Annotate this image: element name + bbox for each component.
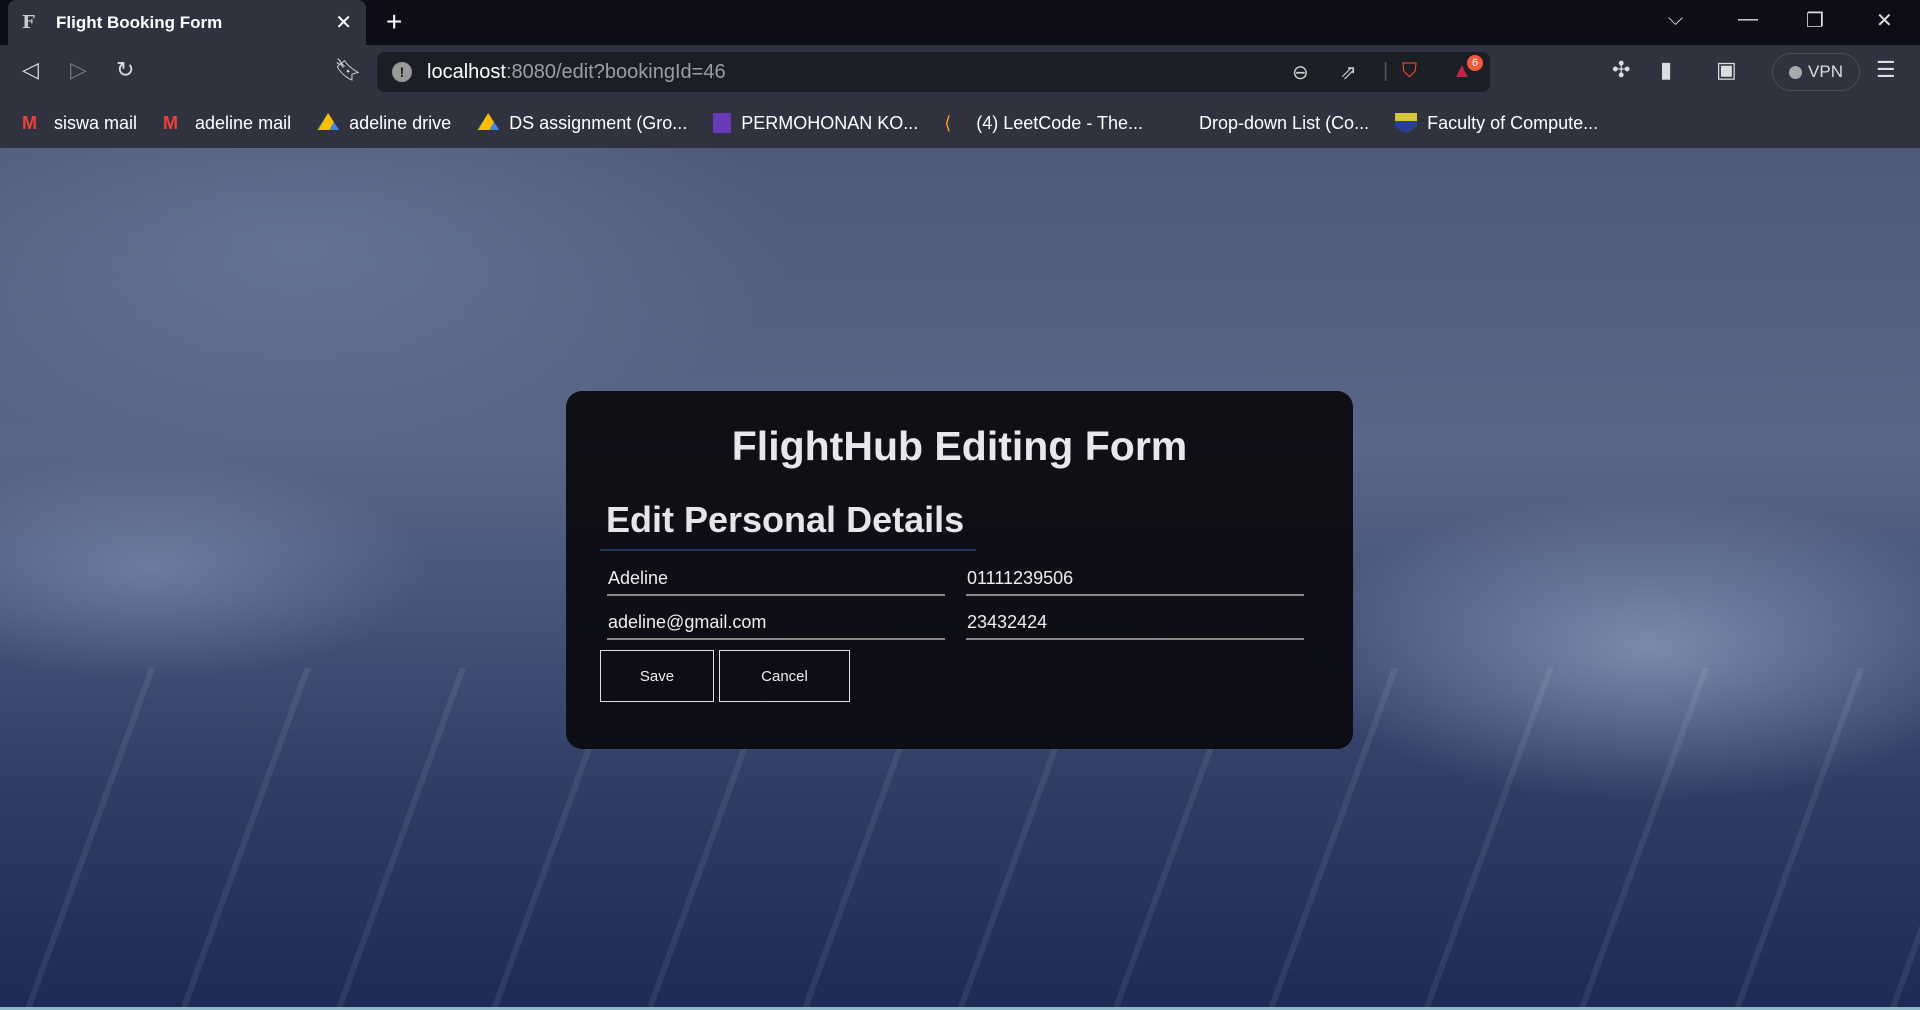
browser-toolbar: ◁ ▷ ↻ 🔖︎ ! localhost:8080/edit?bookingId…: [0, 45, 1920, 98]
back-icon[interactable]: ◁: [22, 57, 39, 83]
extensions-icon[interactable]: ✣: [1612, 57, 1630, 83]
form-title: FlightHub Editing Form: [731, 423, 1188, 469]
tab-flight-booking-form[interactable]: F Flight Booking Form ✕: [8, 0, 366, 45]
bookmark-label: (4) LeetCode - The...: [976, 112, 1144, 133]
email-input[interactable]: [607, 610, 945, 640]
sidebar-icon[interactable]: ▮: [1660, 57, 1672, 83]
url-host: localhost: [427, 60, 506, 83]
bookmark-item[interactable]: PERMOHONAN KO...: [713, 113, 918, 134]
vpn-label: VPN: [1808, 62, 1843, 81]
divider: |: [1383, 60, 1389, 82]
brave-shields-icon[interactable]: ⛉: [1402, 60, 1417, 83]
url-path: :8080/edit?bookingId=46: [505, 60, 726, 83]
leetcode-icon: ⟨: [944, 113, 952, 133]
close-tab-icon[interactable]: ✕: [335, 10, 352, 35]
bookmark-item[interactable]: adeline drive: [317, 113, 451, 134]
reload-icon[interactable]: ↻: [116, 57, 134, 83]
section-underline: [600, 549, 976, 551]
bookmark-label: Drop-down List (Co...: [1199, 112, 1370, 133]
gmail-icon: M: [22, 113, 37, 133]
share-icon[interactable]: ⇗: [1340, 60, 1357, 85]
site-info-icon[interactable]: !: [392, 62, 412, 82]
bookmark-label: PERMOHONAN KO...: [741, 112, 919, 133]
gmail-icon: M: [163, 113, 179, 133]
bookmark-item[interactable]: ⟨ (4) LeetCode - The...: [944, 113, 1143, 134]
wallet-icon[interactable]: ▣: [1716, 57, 1737, 83]
zoom-icon[interactable]: ⊖: [1292, 60, 1309, 85]
faculty-crest-icon: [1395, 113, 1418, 133]
bookmark-item[interactable]: Drop-down List (Co...: [1199, 113, 1369, 134]
site-favicon-icon: F: [22, 11, 35, 33]
bookmark-label: adeline mail: [195, 112, 292, 133]
tab-strip: F Flight Booking Form ✕ + ⌵ — ❐ ✕: [0, 0, 1920, 45]
vpn-button[interactable]: VPN: [1772, 53, 1860, 91]
menu-icon[interactable]: ☰: [1876, 57, 1896, 83]
bookmark-label: adeline drive: [349, 112, 452, 133]
cancel-button[interactable]: Cancel: [719, 650, 850, 702]
address-bar[interactable]: ! localhost:8080/edit?bookingId=46 ⊖ ⇗ |…: [377, 52, 1490, 92]
bookmark-label: Faculty of Compute...: [1427, 112, 1599, 133]
minimize-icon[interactable]: —: [1738, 8, 1758, 31]
name-input[interactable]: [607, 566, 945, 596]
new-tab-icon[interactable]: +: [386, 6, 402, 38]
passport-input[interactable]: [966, 610, 1304, 640]
google-drive-icon: [477, 113, 500, 130]
section-title: Edit Personal Details: [606, 499, 965, 540]
bookmark-item[interactable]: DS assignment (Gro...: [477, 113, 687, 134]
google-drive-icon: [317, 113, 340, 130]
bookmark-icon[interactable]: 🔖︎: [334, 57, 362, 83]
save-button[interactable]: Save: [600, 650, 714, 702]
close-window-icon[interactable]: ✕: [1876, 8, 1893, 33]
tab-search-chevron-icon[interactable]: ⌵: [1668, 8, 1683, 31]
tab-title: Flight Booking Form: [56, 12, 223, 32]
bookmark-item[interactable]: Faculty of Compute...: [1395, 113, 1598, 134]
vpn-status-icon: [1789, 65, 1803, 79]
restore-icon[interactable]: ❐: [1806, 8, 1824, 33]
bookmark-label: siswa mail: [54, 112, 138, 133]
bookmark-item[interactable]: Msiswa mail: [22, 113, 137, 134]
bookmarks-bar: Msiswa mail Madeline mail adeline drive DS …: [0, 98, 1920, 148]
editing-form-panel: FlightHub Editing Form Edit Personal Det…: [566, 391, 1353, 749]
google-forms-icon: [713, 113, 732, 133]
bookmark-item[interactable]: Madeline mail: [163, 113, 291, 134]
rewards-badge: 6: [1467, 55, 1483, 71]
forward-icon[interactable]: ▷: [70, 57, 87, 83]
bookmark-label: DS assignment (Gro...: [509, 112, 688, 133]
phone-input[interactable]: [966, 566, 1304, 596]
